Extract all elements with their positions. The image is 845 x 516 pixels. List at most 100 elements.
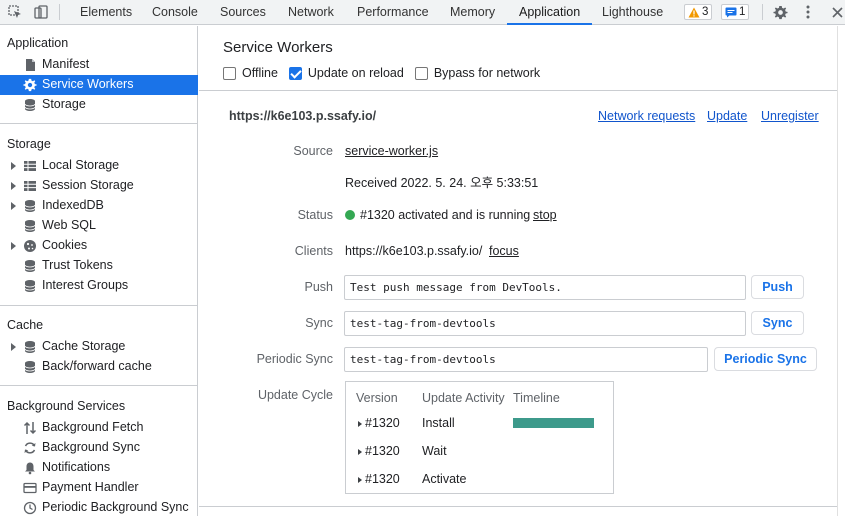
push-button[interactable]: Push: [751, 275, 804, 299]
update-on-reload-label: Update on reload: [307, 66, 404, 80]
sidebar-item-manifest[interactable]: Manifest: [0, 55, 198, 75]
bypass-for-network-label: Bypass for network: [433, 66, 541, 80]
periodic-sync-button[interactable]: Periodic Sync: [714, 347, 817, 371]
update-on-reload-checkbox[interactable]: [288, 66, 302, 80]
focus-link[interactable]: focus: [489, 244, 519, 258]
expand-arrow-icon[interactable]: [358, 421, 362, 427]
tab-network[interactable]: Network: [288, 0, 334, 25]
tab-memory[interactable]: Memory: [450, 0, 495, 25]
periodic-sync-label: Periodic Sync: [256, 352, 333, 366]
settings-gear-icon[interactable]: [772, 4, 788, 20]
service-workers-panel: Service Workers Offline Update on reload…: [199, 26, 845, 516]
tab-sources[interactable]: Sources: [220, 0, 266, 25]
sidebar-item-back-forward-cache[interactable]: Back/forward cache: [0, 357, 198, 377]
sidebar-item-label: Cache Storage: [42, 339, 126, 353]
expand-arrow-icon[interactable]: [358, 477, 362, 483]
table-grid-icon: [24, 161, 36, 171]
sidebar-item-background-sync[interactable]: Background Sync: [0, 438, 198, 458]
expand-arrow-icon[interactable]: [11, 182, 16, 190]
sidebar-item-label: Cookies: [42, 238, 88, 252]
sidebar-item-background-fetch[interactable]: Background Fetch: [0, 418, 198, 438]
sidebar-section-storage: Storage: [7, 137, 51, 151]
sidebar-item-label: Periodic Background Sync: [42, 500, 189, 514]
warnings-badge[interactable]: 3: [684, 4, 713, 20]
bypass-for-network-checkbox[interactable]: [414, 66, 428, 80]
sidebar-item-payment-handler[interactable]: Payment Handler: [0, 478, 198, 498]
sidebar-section-application: Application: [7, 36, 69, 50]
device-toolbar-icon[interactable]: [33, 4, 49, 20]
periodic-sync-tag-input[interactable]: test-tag-from-devtools: [344, 347, 708, 372]
sidebar-item-label: IndexedDB: [42, 198, 104, 212]
sidebar-item-service-workers[interactable]: Service Workers: [0, 75, 198, 95]
sidebar-item-label: Payment Handler: [42, 480, 139, 494]
cookie-icon: [24, 240, 36, 252]
sidebar-item-label: Service Workers: [42, 77, 134, 91]
sync-button[interactable]: Sync: [751, 311, 804, 335]
messages-badge[interactable]: 1: [721, 4, 750, 20]
activity-cell: Wait: [422, 444, 447, 458]
status-value: #1320 activated and is running: [345, 208, 530, 222]
sidebar-item-label: Interest Groups: [42, 278, 129, 292]
network-requests-link[interactable]: Network requests: [598, 109, 695, 123]
up-down-arrows-icon: [23, 421, 37, 435]
tab-application[interactable]: Application: [507, 0, 593, 25]
devtools-toolbar: Elements Console Sources Network Perform…: [0, 0, 845, 25]
warnings-count: 3: [702, 6, 709, 18]
clients-label: Clients: [294, 244, 333, 258]
scrollbar[interactable]: [837, 26, 845, 516]
sidebar-item-interest-groups[interactable]: Interest Groups: [0, 276, 198, 296]
sidebar-item-trust-tokens[interactable]: Trust Tokens: [0, 256, 198, 276]
close-icon[interactable]: [829, 4, 845, 20]
expand-arrow-icon[interactable]: [11, 343, 16, 351]
expand-arrow-icon[interactable]: [11, 162, 16, 170]
inspect-element-icon[interactable]: [7, 4, 23, 20]
more-options-icon[interactable]: [800, 4, 816, 20]
source-file-link[interactable]: service-worker.js: [345, 144, 438, 158]
clock-icon: [23, 501, 37, 515]
expand-arrow-icon[interactable]: [11, 242, 16, 250]
warning-icon: [688, 7, 700, 17]
sidebar-item-notifications[interactable]: Notifications: [0, 458, 198, 478]
activity-cell: Install: [422, 416, 455, 430]
update-link[interactable]: Update: [707, 109, 747, 123]
sidebar-item-indexeddb[interactable]: IndexedDB: [0, 196, 198, 216]
database-icon: [24, 280, 36, 292]
tab-console[interactable]: Console: [152, 0, 198, 25]
sidebar-section-background-services: Background Services: [7, 399, 126, 413]
gear-icon: [23, 78, 37, 92]
header-divider: [199, 90, 837, 91]
version-cell: #1320: [365, 416, 400, 430]
stop-link[interactable]: stop: [533, 208, 557, 222]
sidebar-item-session-storage[interactable]: Session Storage: [0, 176, 198, 196]
tab-lighthouse[interactable]: Lighthouse: [602, 0, 663, 25]
sync-tag-input[interactable]: test-tag-from-devtools: [344, 311, 746, 336]
push-label: Push: [304, 280, 334, 294]
sidebar-item-storage[interactable]: Storage: [0, 95, 198, 115]
sidebar-item-cookies[interactable]: Cookies: [0, 236, 198, 256]
bell-icon: [25, 462, 35, 475]
offline-checkbox[interactable]: [223, 66, 236, 80]
sidebar-item-label: Background Fetch: [42, 420, 144, 434]
document-icon: [26, 59, 35, 71]
expand-arrow-icon[interactable]: [11, 202, 16, 210]
offline-option[interactable]: Offline: [223, 66, 278, 80]
tab-elements[interactable]: Elements: [80, 0, 132, 25]
push-message-input[interactable]: Test push message from DevTools.: [344, 275, 746, 300]
expand-arrow-icon[interactable]: [358, 449, 362, 455]
sidebar-item-cache-storage[interactable]: Cache Storage: [0, 337, 198, 357]
sidebar-item-local-storage[interactable]: Local Storage: [0, 156, 198, 176]
section-divider: [199, 506, 837, 507]
sync-label: Sync: [305, 316, 333, 330]
sidebar-item-label: Local Storage: [42, 158, 120, 172]
sidebar-item-web-sql[interactable]: Web SQL: [0, 216, 198, 236]
column-header-timeline: Timeline: [513, 391, 560, 405]
sidebar-item-periodic-background-sync[interactable]: Periodic Background Sync: [0, 498, 198, 516]
tab-performance[interactable]: Performance: [357, 0, 429, 25]
sidebar-item-label: Trust Tokens: [42, 258, 113, 272]
status-running-icon: [345, 210, 355, 220]
bypass-for-network-option[interactable]: Bypass for network: [414, 66, 541, 80]
source-label: Source: [293, 144, 333, 158]
unregister-link[interactable]: Unregister: [761, 109, 819, 123]
sidebar-item-label: Notifications: [42, 460, 111, 474]
update-on-reload-option[interactable]: Update on reload: [288, 66, 404, 80]
